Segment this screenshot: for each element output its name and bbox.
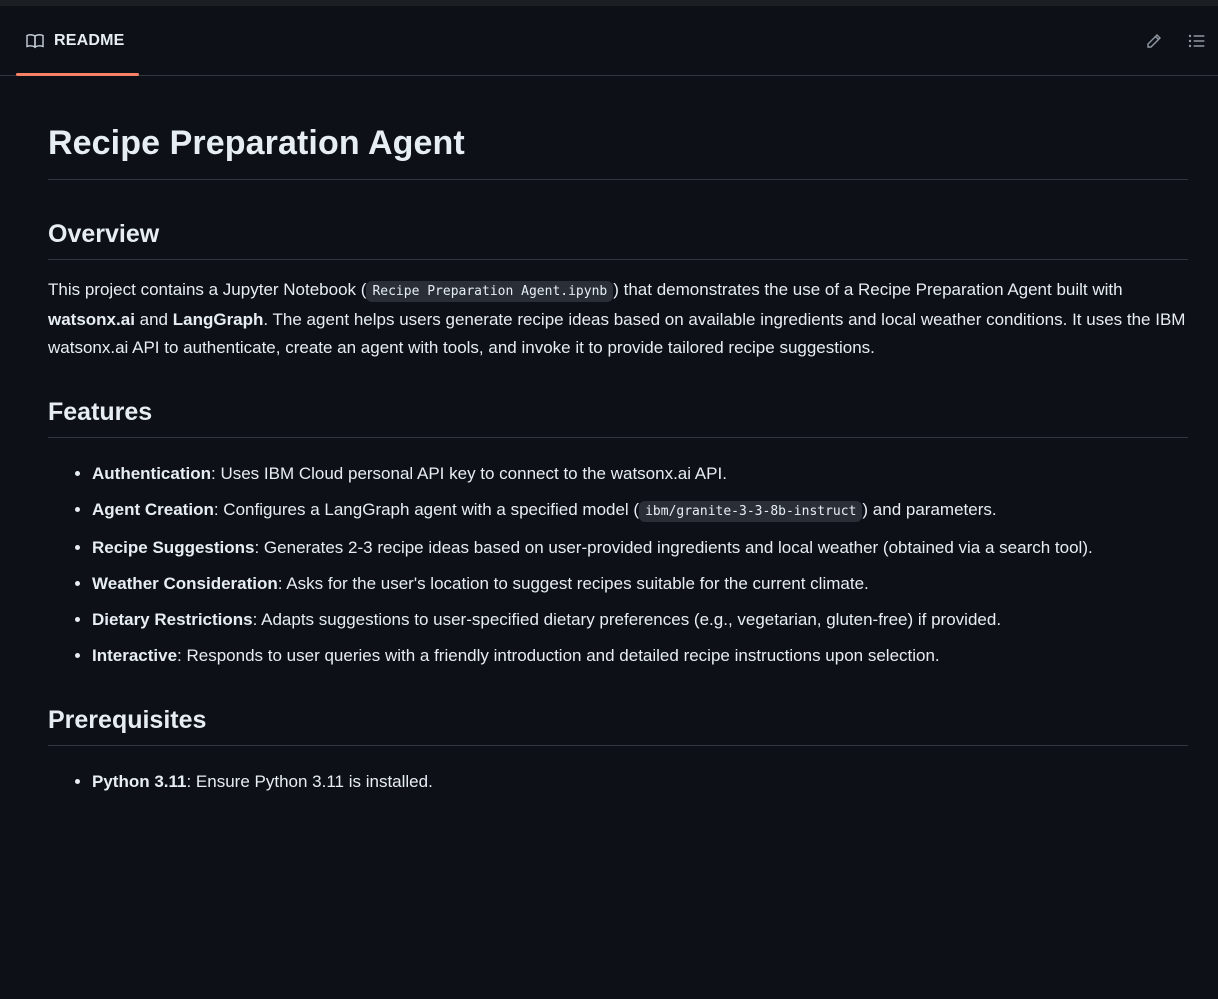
overview-text-2: ) that demonstrates the use of a Recipe … [613, 280, 1123, 299]
overview-paragraph: This project contains a Jupyter Notebook… [48, 276, 1188, 362]
feature-label: Interactive [92, 646, 178, 665]
features-list: Authentication: Uses IBM Cloud personal … [48, 460, 1188, 670]
feature-label: Dietary Restrictions [92, 610, 253, 629]
readme-header: README [0, 6, 1218, 76]
langgraph-bold: LangGraph [172, 310, 264, 329]
feature-item-recipe-suggestions: Recipe Suggestions: Generates 2-3 recipe… [92, 534, 1188, 562]
readme-content: Recipe Preparation Agent Overview This p… [0, 76, 1218, 796]
feature-label: Recipe Suggestions [92, 538, 255, 557]
prerequisites-list: Python 3.11: Ensure Python 3.11 is insta… [48, 768, 1188, 796]
prerequisite-label: Python 3.11 [92, 772, 187, 791]
feature-text: : Configures a LangGraph agent with a sp… [213, 500, 640, 519]
feature-label: Agent Creation [92, 500, 214, 519]
feature-text: : Responds to user queries with a friend… [177, 646, 940, 665]
heading-prerequisites: Prerequisites [48, 706, 1188, 746]
feature-item-agent-creation: Agent Creation: Configures a LangGraph a… [92, 496, 1188, 526]
heading-features: Features [48, 398, 1188, 438]
book-icon [26, 33, 44, 49]
pencil-icon[interactable] [1146, 33, 1162, 49]
feature-text: : Asks for the user's location to sugges… [277, 574, 869, 593]
notebook-filename-code: Recipe Preparation Agent.ipynb [366, 281, 614, 302]
overview-text-3: and [134, 310, 173, 329]
list-icon[interactable] [1188, 33, 1206, 49]
page-title: Recipe Preparation Agent [48, 124, 1188, 180]
feature-item-authentication: Authentication: Uses IBM Cloud personal … [92, 460, 1188, 488]
feature-item-dietary-restrictions: Dietary Restrictions: Adapts suggestions… [92, 606, 1188, 634]
prerequisite-item-python: Python 3.11: Ensure Python 3.11 is insta… [92, 768, 1188, 796]
feature-text: : Uses IBM Cloud personal API key to con… [211, 464, 727, 483]
feature-text: : Generates 2-3 recipe ideas based on us… [254, 538, 1093, 557]
tab-readme-label: README [54, 31, 125, 49]
feature-label: Authentication [92, 464, 211, 483]
feature-label: Weather Consideration [92, 574, 278, 593]
heading-overview: Overview [48, 220, 1188, 260]
feature-item-weather-consideration: Weather Consideration: Asks for the user… [92, 570, 1188, 598]
overview-text-1: This project contains a Jupyter Notebook… [48, 280, 367, 299]
readme-panel: README Recipe Preparation Agent Overview… [0, 0, 1218, 999]
readme-toolbar [1146, 33, 1206, 49]
model-name-code: ibm/granite-3-3-8b-instruct [639, 501, 863, 522]
feature-text: : Adapts suggestions to user-specified d… [252, 610, 1002, 629]
watsonx-bold: watsonx.ai [48, 310, 135, 329]
feature-text-after: ) and parameters. [862, 500, 997, 519]
feature-item-interactive: Interactive: Responds to user queries wi… [92, 642, 1188, 670]
tab-readme[interactable]: README [16, 6, 139, 76]
prerequisite-text: : Ensure Python 3.11 is installed. [186, 772, 433, 791]
